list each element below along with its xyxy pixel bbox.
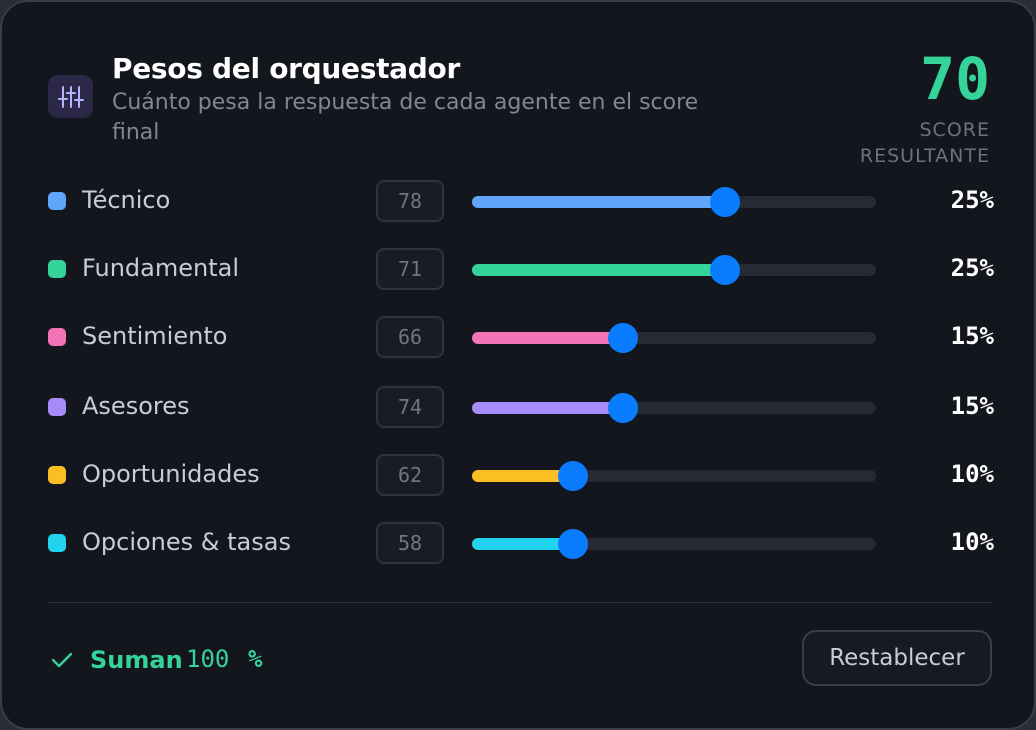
- weight-slider-thumb[interactable]: [558, 461, 588, 491]
- sum-value: 100: [186, 645, 230, 673]
- agent-color-dot: [48, 260, 66, 278]
- agent-score-badge: 78: [376, 180, 444, 222]
- agent-label: Técnico: [82, 186, 171, 214]
- weight-slider-fill: [472, 402, 623, 414]
- weight-slider[interactable]: [472, 393, 876, 423]
- weight-slider-thumb[interactable]: [608, 393, 638, 423]
- agent-score-badge: 62: [376, 454, 444, 496]
- weight-slider[interactable]: [472, 323, 876, 353]
- agent-score-badge: 66: [376, 316, 444, 358]
- panel-subtitle: Cuánto pesa la respuesta de cada agente …: [112, 90, 699, 145]
- weight-slider[interactable]: [472, 255, 876, 285]
- weight-slider-fill: [472, 196, 725, 208]
- agent-label: Asesores: [82, 392, 190, 420]
- weight-slider-thumb[interactable]: [558, 529, 588, 559]
- agent-color-dot: [48, 398, 66, 416]
- agent-weight-percent: 15%: [950, 392, 994, 420]
- agent-score-badge: 58: [376, 522, 444, 564]
- resulting-score-label: SCORE RESULTANTE: [859, 119, 990, 167]
- orchestrator-weights-card: Pesos del orquestador Cuánto pesa la res…: [0, 0, 1036, 730]
- agent-label: Opciones & tasas: [82, 528, 291, 556]
- sum-unit: %: [248, 645, 263, 673]
- agent-weight-percent: 25%: [950, 254, 994, 282]
- agent-label: Fundamental: [82, 254, 239, 282]
- weight-slider[interactable]: [472, 461, 876, 491]
- weight-slider-thumb[interactable]: [608, 323, 638, 353]
- agent-label: Oportunidades: [82, 460, 260, 488]
- agent-label: Sentimiento: [82, 322, 228, 350]
- weight-slider-thumb[interactable]: [710, 255, 740, 285]
- resulting-score-value: 70: [920, 45, 990, 113]
- agent-row: Técnico 78 25%: [2, 180, 1036, 224]
- agent-row: Opciones & tasas 58 10%: [2, 522, 1036, 566]
- agent-weight-percent: 10%: [950, 528, 994, 556]
- check-icon: [50, 648, 74, 676]
- agent-row: Sentimiento 66 15%: [2, 316, 1036, 360]
- agent-score-badge: 71: [376, 248, 444, 290]
- agent-row: Fundamental 71 25%: [2, 248, 1036, 292]
- agent-score-badge: 74: [376, 386, 444, 428]
- sum-label: Suman: [90, 646, 183, 674]
- agent-color-dot: [48, 534, 66, 552]
- agent-weight-percent: 15%: [950, 322, 994, 350]
- agent-color-dot: [48, 328, 66, 346]
- reset-button[interactable]: Restablecer: [802, 630, 992, 686]
- sliders-icon: [48, 75, 93, 118]
- weight-slider[interactable]: [472, 529, 876, 559]
- panel-title: Pesos del orquestador: [112, 52, 460, 85]
- weight-slider-fill: [472, 332, 623, 344]
- agent-color-dot: [48, 192, 66, 210]
- agent-weight-percent: 10%: [950, 460, 994, 488]
- agent-row: Asesores 74 15%: [2, 386, 1036, 430]
- weight-slider-thumb[interactable]: [710, 187, 740, 217]
- agent-row: Oportunidades 62 10%: [2, 454, 1036, 498]
- weight-slider-fill: [472, 264, 725, 276]
- agent-weight-percent: 25%: [950, 186, 994, 214]
- divider: [48, 602, 992, 603]
- weight-slider[interactable]: [472, 187, 876, 217]
- agent-color-dot: [48, 466, 66, 484]
